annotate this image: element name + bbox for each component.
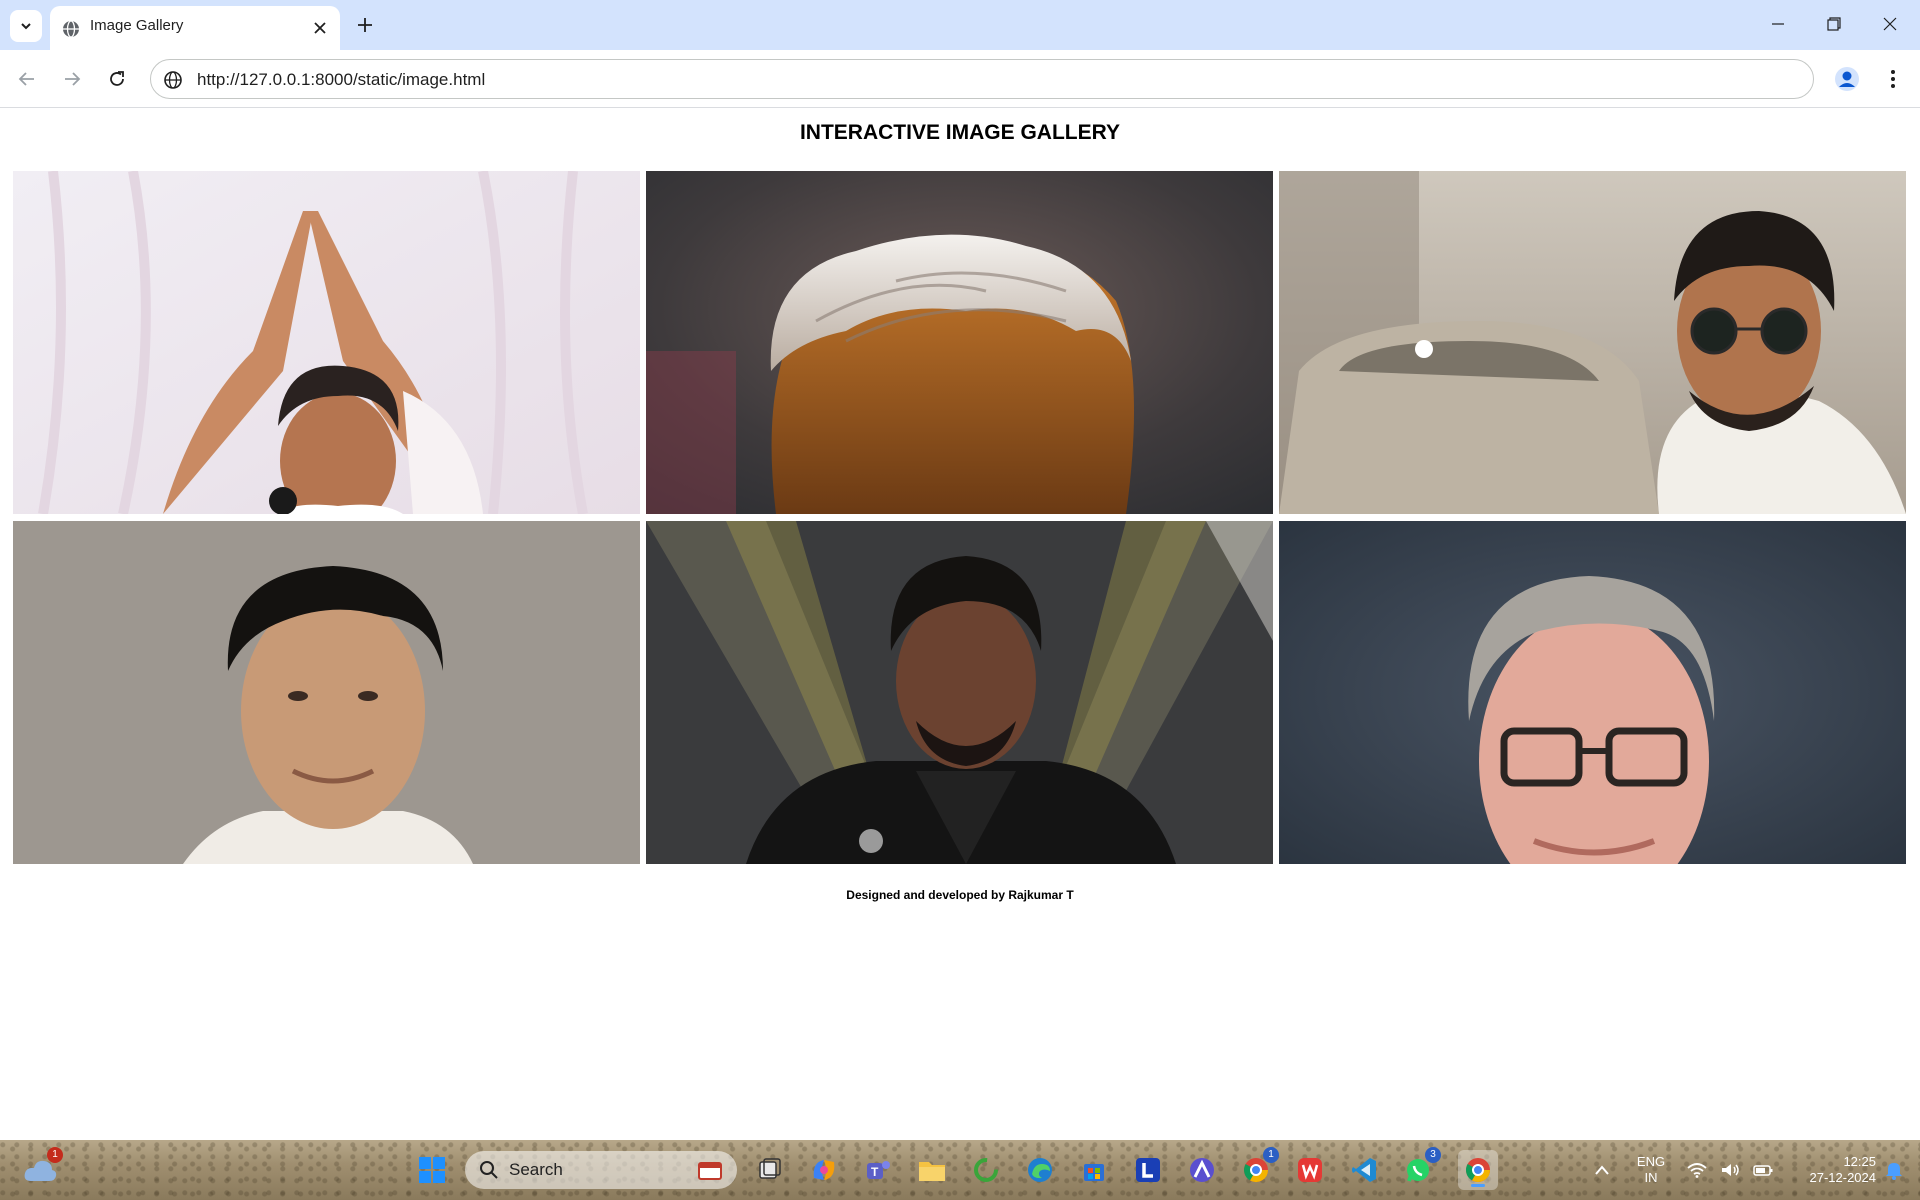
show-hidden-icons-button[interactable] bbox=[1582, 1150, 1622, 1190]
windows-logo-icon bbox=[419, 1157, 445, 1183]
language-code: ENG bbox=[1636, 1154, 1666, 1169]
store-icon bbox=[1084, 1164, 1104, 1181]
l-app[interactable] bbox=[1128, 1150, 1168, 1190]
tab-search-button[interactable] bbox=[10, 10, 42, 42]
portrait-photo-icon bbox=[13, 171, 640, 514]
green-refresh-app[interactable] bbox=[966, 1150, 1006, 1190]
footer-credit: Designed and developed by Rajkumar T bbox=[846, 888, 1074, 902]
chrome-profile-app[interactable]: 1 bbox=[1236, 1147, 1279, 1190]
weather-widget[interactable]: 1 bbox=[20, 1147, 63, 1190]
minimize-icon bbox=[1772, 23, 1784, 25]
browser-tab-strip: Image Gallery bbox=[0, 0, 1920, 50]
wifi-icon bbox=[1687, 1163, 1707, 1178]
task-view-icon bbox=[759, 1158, 781, 1179]
web-page: INTERACTIVE IMAGE GALLERY Designed and d… bbox=[0, 109, 1920, 1140]
teams-icon: T bbox=[867, 1161, 890, 1179]
restore-button[interactable] bbox=[1806, 0, 1862, 48]
clock-date: 27-12-2024 bbox=[1809, 1170, 1877, 1185]
clock-time: 12:25 bbox=[1843, 1154, 1876, 1169]
folder-icon bbox=[919, 1162, 945, 1181]
microsoft-store-app[interactable] bbox=[1074, 1150, 1114, 1190]
a-app[interactable] bbox=[1182, 1150, 1222, 1190]
page-title: INTERACTIVE IMAGE GALLERY bbox=[799, 121, 1121, 144]
wps-office-app[interactable] bbox=[1290, 1150, 1330, 1190]
volume-icon bbox=[1721, 1164, 1739, 1176]
site-info-icon bbox=[164, 71, 182, 89]
start-button[interactable] bbox=[412, 1150, 452, 1190]
weather-badge: 1 bbox=[47, 1147, 63, 1163]
browser-toolbar: http://127.0.0.1:8000/static/image.html bbox=[0, 50, 1920, 108]
search-placeholder: Search bbox=[509, 1160, 563, 1179]
gallery-image-6[interactable] bbox=[1279, 521, 1906, 864]
triangle-a-icon bbox=[1190, 1158, 1214, 1182]
restore-icon bbox=[1827, 17, 1841, 31]
vscode-icon bbox=[1352, 1158, 1376, 1182]
portrait-photo-icon bbox=[646, 171, 1273, 514]
windows-taskbar: 1 Search T 1 3 ENG IN 12:25 27-12-2024 bbox=[0, 1140, 1920, 1200]
whatsapp-app[interactable]: 3 bbox=[1398, 1147, 1441, 1190]
chrome-app-active[interactable] bbox=[1458, 1150, 1498, 1190]
profile-button[interactable] bbox=[1830, 62, 1864, 96]
portrait-photo-icon bbox=[13, 521, 640, 864]
profile-icon bbox=[1835, 67, 1859, 91]
copilot-icon bbox=[813, 1160, 835, 1180]
url-text: http://127.0.0.1:8000/static/image.html bbox=[197, 70, 486, 89]
tab-title: Image Gallery bbox=[90, 17, 184, 34]
close-icon bbox=[314, 22, 326, 34]
more-vert-icon bbox=[1891, 70, 1895, 88]
taskbar-search-box[interactable]: Search bbox=[465, 1151, 737, 1189]
svg-text:T: T bbox=[871, 1165, 879, 1179]
whatsapp-badge: 3 bbox=[1425, 1147, 1441, 1163]
bell-icon bbox=[1886, 1163, 1902, 1180]
battery-icon bbox=[1753, 1165, 1773, 1176]
quick-settings-button[interactable] bbox=[1680, 1150, 1780, 1190]
chevron-up-icon bbox=[1595, 1165, 1609, 1175]
globe-icon bbox=[63, 20, 79, 38]
image-gallery-grid bbox=[13, 171, 1907, 864]
forward-button[interactable] bbox=[55, 62, 89, 96]
copilot-app[interactable] bbox=[804, 1150, 844, 1190]
green-sync-icon bbox=[974, 1158, 998, 1182]
chevron-down-icon bbox=[21, 23, 31, 30]
address-bar[interactable]: http://127.0.0.1:8000/static/image.html bbox=[150, 59, 1814, 99]
file-explorer-app[interactable] bbox=[912, 1150, 952, 1190]
language-indicator[interactable]: ENG IN bbox=[1628, 1150, 1674, 1190]
clock[interactable]: 12:25 27-12-2024 bbox=[1786, 1150, 1877, 1190]
edge-icon bbox=[1028, 1158, 1052, 1182]
reload-icon bbox=[110, 71, 124, 86]
teams-app[interactable]: T bbox=[858, 1150, 898, 1190]
edge-browser-app[interactable] bbox=[1020, 1150, 1060, 1190]
gallery-image-1[interactable] bbox=[13, 171, 640, 514]
arrow-right-icon bbox=[65, 72, 81, 86]
browser-menu-button[interactable] bbox=[1876, 62, 1910, 96]
chrome-icon bbox=[1465, 1158, 1490, 1183]
new-tab-button[interactable] bbox=[350, 10, 380, 40]
calendar-icon bbox=[698, 1162, 722, 1180]
gallery-image-5[interactable] bbox=[646, 521, 1273, 864]
arrow-left-icon bbox=[18, 72, 34, 86]
active-app-indicator bbox=[1471, 1184, 1485, 1187]
back-button[interactable] bbox=[10, 62, 44, 96]
task-view-button[interactable] bbox=[750, 1150, 790, 1190]
minimize-button[interactable] bbox=[1750, 0, 1806, 48]
wps-icon bbox=[1298, 1158, 1322, 1182]
plus-icon bbox=[358, 18, 372, 32]
letter-l-icon bbox=[1136, 1158, 1160, 1182]
search-icon bbox=[480, 1161, 498, 1179]
reload-button[interactable] bbox=[100, 62, 134, 96]
portrait-photo-icon bbox=[1279, 521, 1906, 864]
close-icon bbox=[1883, 17, 1897, 31]
gallery-image-3[interactable] bbox=[1279, 171, 1906, 514]
chrome-profile-badge: 1 bbox=[1263, 1147, 1279, 1163]
close-window-button[interactable] bbox=[1862, 0, 1918, 48]
portrait-photo-icon bbox=[1279, 171, 1906, 514]
vscode-app[interactable] bbox=[1344, 1150, 1384, 1190]
notifications-button[interactable] bbox=[1876, 1150, 1912, 1190]
active-tab[interactable]: Image Gallery bbox=[50, 6, 340, 50]
gallery-image-4[interactable] bbox=[13, 521, 640, 864]
portrait-photo-icon bbox=[646, 521, 1273, 864]
language-region: IN bbox=[1644, 1170, 1658, 1185]
gallery-image-2[interactable] bbox=[646, 171, 1273, 514]
tab-close-button[interactable] bbox=[310, 18, 330, 38]
